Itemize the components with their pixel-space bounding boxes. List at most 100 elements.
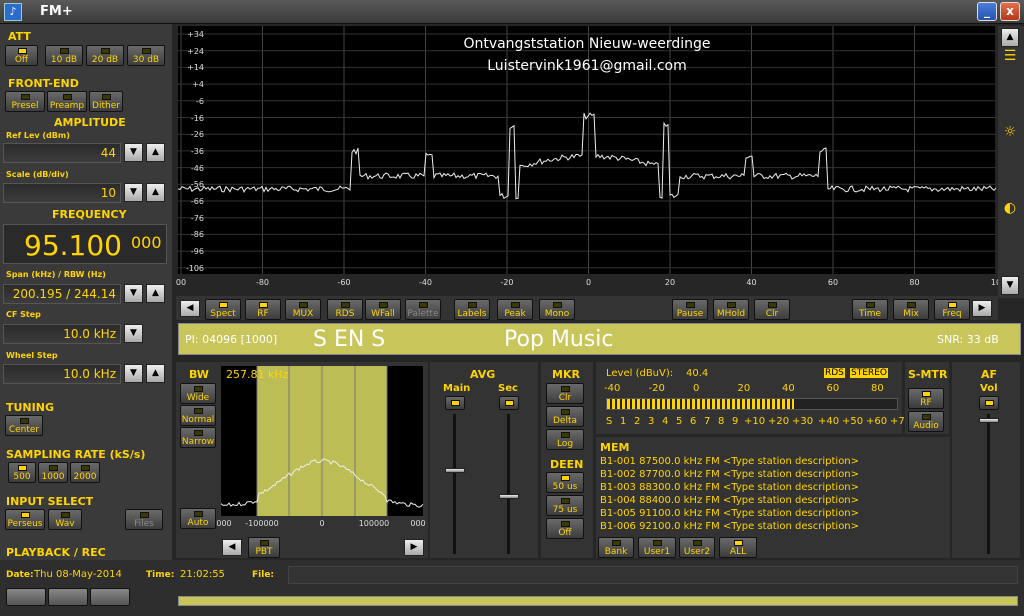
toolbar-spect-button[interactable]: Spect bbox=[205, 299, 241, 320]
toolbar-mhold-button[interactable]: MHold bbox=[713, 299, 749, 320]
mem-row[interactable]: B1-001 87500.0 kHz FM <Type station desc… bbox=[600, 456, 859, 467]
avg-main-toggle[interactable] bbox=[445, 396, 465, 410]
mem-row[interactable]: B1-004 88400.0 kHz FM <Type station desc… bbox=[600, 495, 859, 506]
pbt-right-arrow[interactable]: ▶ bbox=[404, 539, 424, 556]
scale-field[interactable]: 10 bbox=[3, 183, 121, 203]
sr-1000-button[interactable]: 1000 bbox=[38, 462, 68, 483]
ref-level-up[interactable]: ▲ bbox=[146, 143, 165, 162]
frequency-title: FREQUENCY bbox=[52, 208, 127, 221]
perseus-button[interactable]: Perseus bbox=[5, 509, 45, 530]
minimize-button[interactable]: _ bbox=[977, 2, 997, 21]
preamp-button[interactable]: Preamp bbox=[47, 91, 87, 112]
avg-sec-label: Sec bbox=[498, 383, 518, 394]
mem-row[interactable]: B1-003 88300.0 kHz FM <Type station desc… bbox=[600, 482, 859, 493]
scale-down[interactable]: ▼ bbox=[124, 183, 143, 202]
af-vol-slider[interactable] bbox=[979, 418, 999, 423]
mem-row[interactable]: B1-006 92100.0 kHz FM <Type station desc… bbox=[600, 521, 859, 532]
cf-step-down[interactable]: ▼ bbox=[124, 324, 143, 343]
toolbar-rf-button[interactable]: RF bbox=[245, 299, 281, 320]
deen-75us-button[interactable]: 75 us bbox=[546, 495, 584, 516]
spectrum-left-arrow[interactable]: ◀ bbox=[180, 300, 200, 317]
mem-row[interactable]: B1-002 87700.0 kHz FM <Type station desc… bbox=[600, 469, 859, 480]
toolbar-clr-button[interactable]: Clr bbox=[754, 299, 790, 320]
wheel-step-down[interactable]: ▼ bbox=[124, 364, 143, 383]
att-10db-button[interactable]: 10 dB bbox=[45, 45, 83, 66]
menu-icon[interactable]: ☰ bbox=[1001, 48, 1019, 66]
deen-title: DEEN bbox=[550, 458, 584, 471]
af-mute-toggle[interactable] bbox=[979, 396, 999, 410]
deen-50us-button[interactable]: 50 us bbox=[546, 472, 584, 493]
presel-button[interactable]: Presel bbox=[5, 91, 45, 112]
close-button[interactable]: x bbox=[1000, 2, 1020, 21]
wav-button[interactable]: Wav bbox=[48, 509, 82, 530]
center-button[interactable]: Center bbox=[5, 415, 43, 436]
att-off-button[interactable]: Off bbox=[5, 45, 38, 66]
level-scale-bottom: 4 bbox=[662, 416, 669, 427]
y-tick-label: -16 bbox=[190, 113, 204, 123]
toolbar-labels-button[interactable]: Labels bbox=[454, 299, 490, 320]
toolbar-freq-button[interactable]: Freq bbox=[934, 299, 970, 320]
deen-off-button[interactable]: Off bbox=[546, 518, 584, 539]
smtr-rf-button[interactable]: RF bbox=[908, 388, 944, 409]
ref-level-down[interactable]: ▼ bbox=[124, 143, 143, 162]
pbt-button[interactable]: PBT bbox=[248, 537, 280, 558]
y-tick-label: -76 bbox=[190, 213, 204, 223]
mkr-log-button[interactable]: Log bbox=[546, 429, 584, 450]
spectrum-scroll-down[interactable]: ▼ bbox=[1001, 276, 1019, 295]
toolbar-wfall-button[interactable]: WFall bbox=[365, 299, 401, 320]
mem-user2-button[interactable]: User2 bbox=[679, 537, 715, 558]
toolbar-mux-button[interactable]: MUX bbox=[285, 299, 321, 320]
mem-bank-button[interactable]: Bank bbox=[598, 537, 634, 558]
span-up[interactable]: ▲ bbox=[146, 284, 165, 303]
smtr-audio-button[interactable]: Audio bbox=[908, 411, 944, 432]
play-button[interactable] bbox=[6, 588, 46, 606]
mkr-clr-button[interactable]: Clr bbox=[546, 383, 584, 404]
span-field[interactable]: 200.195 / 244.14 bbox=[3, 284, 121, 304]
toolbar-time-button[interactable]: Time bbox=[852, 299, 888, 320]
cf-step-field[interactable]: 10.0 kHz bbox=[3, 324, 121, 344]
bw-normal-button[interactable]: Normal bbox=[180, 405, 216, 426]
scale-label: Scale (dB/div) bbox=[6, 170, 69, 179]
avg-sec-slider[interactable] bbox=[499, 494, 519, 499]
toolbar-peak-button[interactable]: Peak bbox=[497, 299, 533, 320]
wheel-step-field[interactable]: 10.0 kHz bbox=[3, 364, 121, 384]
ref-level-field[interactable]: 44 bbox=[3, 143, 121, 163]
mem-row[interactable]: B1-005 91100.0 kHz FM <Type station desc… bbox=[600, 508, 859, 519]
mem-all-button[interactable]: ALL bbox=[719, 537, 757, 558]
avg-main-slider[interactable] bbox=[445, 468, 465, 473]
sr-2000-button[interactable]: 2000 bbox=[70, 462, 100, 483]
att-30db-button[interactable]: 30 dB bbox=[127, 45, 165, 66]
bw-narrow-button[interactable]: Narrow bbox=[180, 427, 216, 448]
filter-display[interactable] bbox=[220, 366, 424, 516]
contrast-icon[interactable]: ◐ bbox=[1001, 200, 1019, 218]
playback-position-bar[interactable] bbox=[178, 596, 1018, 606]
avg-sec-toggle[interactable] bbox=[499, 396, 519, 410]
span-down[interactable]: ▼ bbox=[124, 284, 143, 303]
record-button[interactable] bbox=[48, 588, 88, 606]
toolbar-rds-button[interactable]: RDS bbox=[327, 299, 363, 320]
level-scale-bottom: 2 bbox=[634, 416, 641, 427]
wheel-step-up[interactable]: ▲ bbox=[146, 364, 165, 383]
brightness-icon[interactable]: ☼ bbox=[1001, 124, 1019, 142]
toolbar-mix-button[interactable]: Mix bbox=[893, 299, 929, 320]
spectrum-right-arrow[interactable]: ▶ bbox=[972, 300, 992, 317]
x-tick-label: -60 bbox=[337, 278, 351, 287]
frequency-display[interactable]: 95.100 000 bbox=[3, 224, 167, 264]
pbt-left-arrow[interactable]: ◀ bbox=[222, 539, 242, 556]
scale-up[interactable]: ▲ bbox=[146, 183, 165, 202]
level-scale-top: -40 bbox=[604, 383, 621, 394]
stop-button[interactable] bbox=[90, 588, 130, 606]
toolbar-palette-button[interactable]: Palette bbox=[405, 299, 441, 320]
spectrum-scroll-up[interactable]: ▲ bbox=[1001, 28, 1019, 47]
dither-button[interactable]: Dither bbox=[89, 91, 123, 112]
bw-wide-button[interactable]: Wide bbox=[180, 383, 216, 404]
x-tick-label: 60 bbox=[827, 278, 839, 287]
files-button[interactable]: Files bbox=[125, 509, 163, 530]
mkr-delta-button[interactable]: Delta bbox=[546, 406, 584, 427]
rds-ps: S EN S bbox=[313, 327, 386, 352]
mem-user1-button[interactable]: User1 bbox=[638, 537, 676, 558]
sr-500-button[interactable]: 500 bbox=[8, 462, 36, 483]
toolbar-mono-button[interactable]: Mono bbox=[539, 299, 575, 320]
toolbar-pause-button[interactable]: Pause bbox=[672, 299, 708, 320]
att-20db-button[interactable]: 20 dB bbox=[86, 45, 124, 66]
